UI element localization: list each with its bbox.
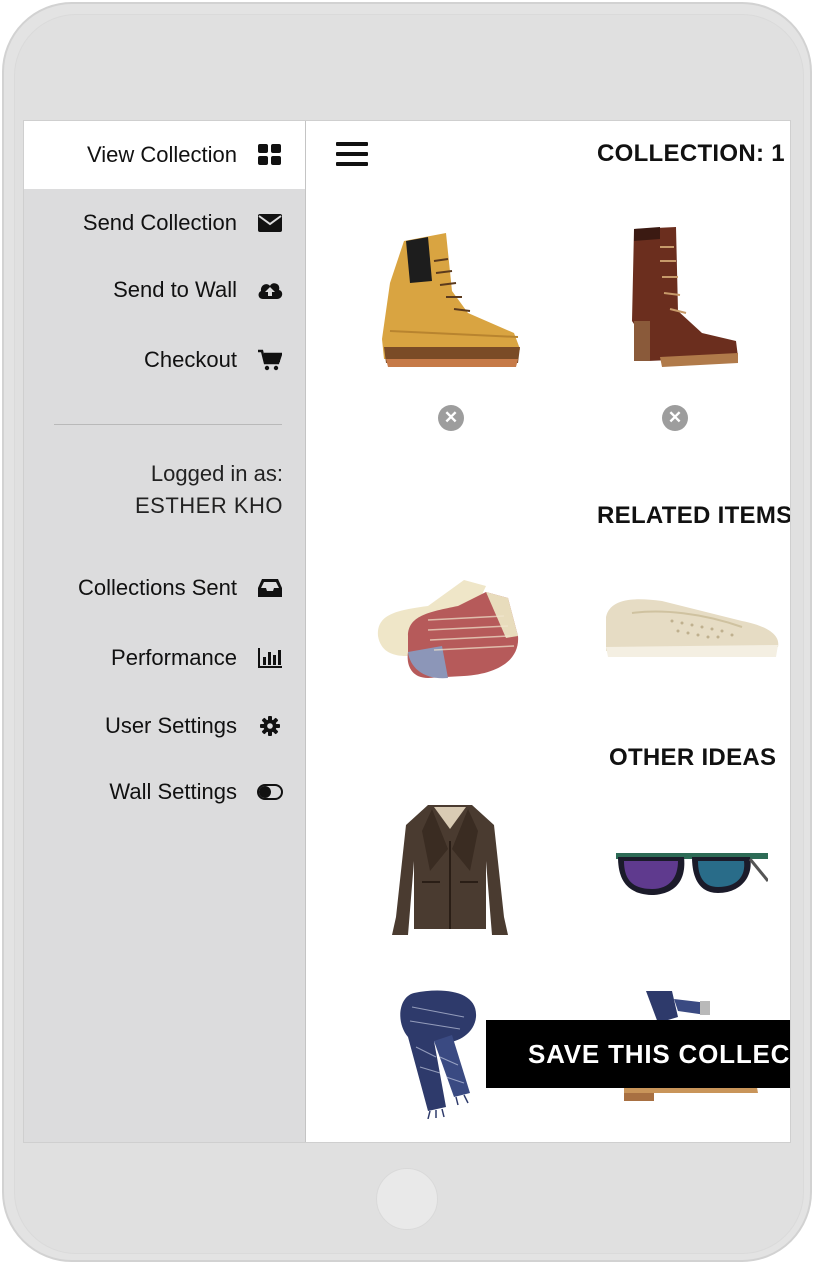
envelope-icon (257, 210, 283, 236)
gear-icon (257, 713, 283, 739)
logged-in-user: ESTHER KHO (134, 493, 283, 518)
other-ideas-title: OTHER IDEAS (609, 744, 777, 771)
sidebar-item-label: Send Collection (82, 210, 237, 235)
sidebar-item-collections-sent[interactable]: Collections Sent (78, 568, 283, 608)
product-brown-heeled-boot[interactable] (620, 221, 746, 373)
cart-icon (257, 347, 283, 373)
product-sunglasses[interactable] (614, 841, 770, 901)
sidebar-item-send-to-wall[interactable]: Send to Wall (113, 270, 283, 310)
sidebar-item-label: Performance (111, 645, 237, 670)
collection-title: COLLECTION: 1 (597, 140, 785, 167)
sidebar-item-view-collection[interactable]: View Collection (24, 121, 305, 189)
sidebar-divider (54, 424, 282, 425)
sidebar-item-label: Wall Settings (109, 779, 237, 804)
product-leather-jacket[interactable] (390, 801, 510, 937)
sidebar-item-label: Checkout (144, 347, 237, 372)
remove-item-button[interactable]: ✕ (662, 405, 688, 431)
hamburger-menu-button[interactable] (336, 142, 368, 170)
product-wheat-work-boot[interactable] (376, 221, 526, 373)
inbox-icon (257, 575, 283, 601)
sidebar-item-label: Collections Sent (78, 575, 237, 600)
sidebar-item-wall-settings[interactable]: Wall Settings (109, 772, 283, 812)
product-striped-socks[interactable] (368, 576, 524, 686)
product-perforated-slip-on[interactable] (602, 591, 782, 663)
sidebar-item-performance[interactable]: Performance (111, 638, 283, 678)
grid-icon (257, 142, 283, 168)
home-button[interactable] (376, 1168, 438, 1230)
cloud-upload-icon (257, 277, 283, 303)
toggle-icon (257, 779, 283, 805)
sidebar-item-label: View Collection (86, 142, 237, 167)
related-items-title: RELATED ITEMS (597, 502, 791, 529)
sidebar-item-user-settings[interactable]: User Settings (105, 706, 283, 746)
remove-item-button[interactable]: ✕ (438, 405, 464, 431)
product-blue-scarf[interactable] (394, 987, 486, 1120)
save-collection-button[interactable]: SAVE THIS COLLECTION (486, 1020, 790, 1088)
sidebar-item-label: User Settings (104, 713, 237, 738)
sidebar-item-label: Send to Wall (113, 277, 237, 302)
logged-in-label: Logged in as: (150, 461, 283, 486)
bar-chart-icon (257, 645, 283, 671)
app-screen: View Collection Send Collection Send to … (23, 120, 791, 1143)
sidebar-item-checkout[interactable]: Checkout (144, 340, 283, 380)
sidebar: View Collection Send Collection Send to … (24, 121, 306, 1142)
sidebar-item-send-collection[interactable]: Send Collection (83, 203, 283, 243)
